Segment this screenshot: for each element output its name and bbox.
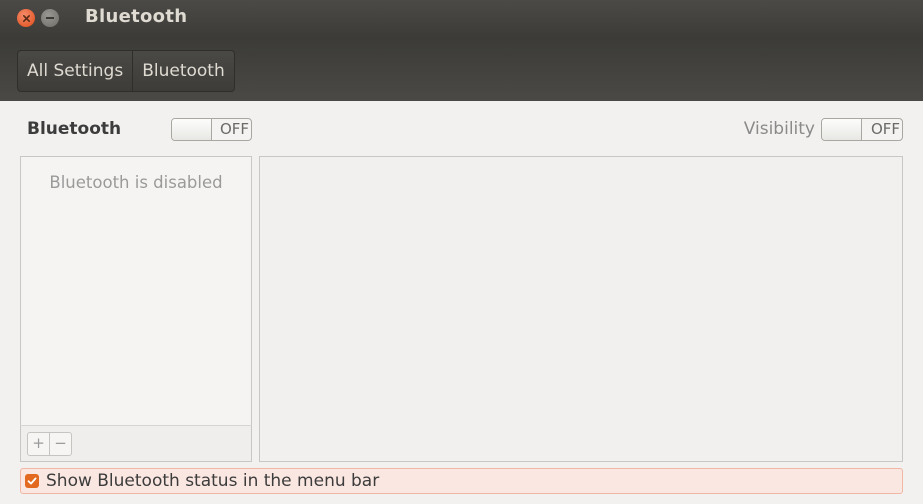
visibility-toggle[interactable]: OFF (821, 118, 903, 141)
show-status-option[interactable]: Show Bluetooth status in the menu bar (20, 468, 903, 494)
toggle-knob (172, 119, 212, 140)
minimize-button[interactable] (41, 9, 59, 27)
add-remove-group: + − (27, 432, 72, 456)
device-list[interactable]: Bluetooth is disabled (20, 156, 252, 462)
window-title: Bluetooth (85, 6, 188, 27)
breadcrumb-all-settings[interactable]: All Settings (18, 51, 132, 91)
bluetooth-toggle[interactable]: OFF (171, 118, 252, 141)
close-icon (22, 14, 30, 22)
check-icon (27, 477, 37, 485)
remove-device-button[interactable]: − (49, 433, 71, 455)
show-status-checkbox[interactable] (25, 474, 39, 488)
toolbar: All Settings Bluetooth (0, 38, 923, 101)
bluetooth-label: Bluetooth (27, 119, 122, 139)
add-device-button[interactable]: + (28, 433, 49, 455)
show-status-label: Show Bluetooth status in the menu bar (46, 471, 380, 491)
breadcrumb-bluetooth[interactable]: Bluetooth (132, 51, 234, 91)
toggle-state: OFF (219, 120, 249, 138)
close-button[interactable] (17, 9, 35, 27)
breadcrumb: All Settings Bluetooth (17, 50, 235, 92)
minimize-icon (46, 17, 54, 19)
toggle-state: OFF (870, 120, 900, 138)
device-details-panel (259, 156, 903, 462)
visibility-label: Visibility (743, 119, 815, 139)
title-bar: Bluetooth (0, 0, 923, 38)
toggle-knob (822, 119, 862, 140)
device-list-empty-text: Bluetooth is disabled (49, 173, 223, 192)
device-list-toolbar: + − (20, 425, 252, 462)
main-content: Bluetooth OFF Visibility OFF Bluetooth i… (0, 101, 923, 504)
